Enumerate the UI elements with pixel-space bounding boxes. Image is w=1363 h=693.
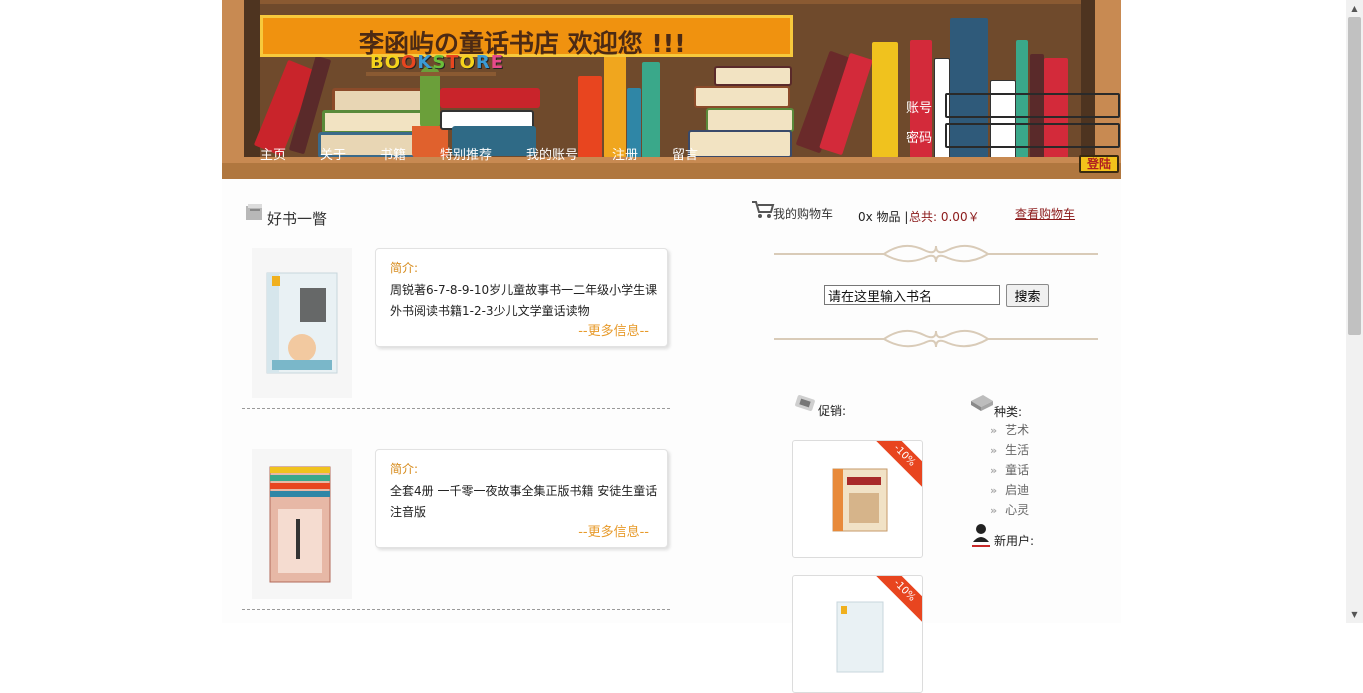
logo-letter: T <box>446 52 460 73</box>
header-banner: 李函屿の童话书店 欢迎您 !!! BOOKSTORE 主页 关于 书籍 特别推荐… <box>222 0 1121 179</box>
category-item-fairy-tale[interactable]: » 童话 <box>990 461 1029 478</box>
more-info-link[interactable]: --更多信息-- <box>578 320 649 339</box>
nav-about[interactable]: 关于 <box>320 144 346 163</box>
shelf-frame-right <box>1095 0 1121 179</box>
category-label: 种类: <box>994 405 1023 419</box>
nav-home[interactable]: 主页 <box>260 144 286 163</box>
logo-letter: S <box>432 52 447 73</box>
category-item-label: 生活 <box>1005 443 1030 457</box>
shelf-frame-top <box>222 0 1121 4</box>
nav-my-account[interactable]: 我的账号 <box>526 144 578 163</box>
intro-label: 简介: <box>390 462 419 476</box>
ornament-divider <box>774 329 1098 348</box>
promo-card[interactable]: -10% <box>792 440 923 558</box>
bookstore-logo: BOOKSTORE <box>370 52 504 73</box>
shopping-cart-icon <box>752 201 775 218</box>
book-cover-image[interactable] <box>252 449 352 599</box>
promo-card[interactable]: -10% <box>792 575 923 693</box>
chevron-right-icon: » <box>990 504 997 517</box>
chevron-right-icon: » <box>990 464 997 477</box>
category-item-label: 启迪 <box>1005 483 1030 497</box>
book-description: 全套4册 一千零一夜故事全集正版书籍 安徒生童话注音版 <box>390 484 658 519</box>
logo-letter: R <box>475 52 491 73</box>
book-cover-image[interactable] <box>252 248 352 398</box>
search-button[interactable]: 搜索 <box>1006 284 1049 307</box>
user-icon <box>972 524 990 547</box>
nav-message[interactable]: 留言 <box>672 144 698 163</box>
chevron-right-icon: » <box>990 424 997 437</box>
scroll-up-icon[interactable]: ▲ <box>1346 0 1363 17</box>
ornament-divider <box>774 244 1098 263</box>
logo-letter: O <box>401 52 418 73</box>
category-item-life[interactable]: » 生活 <box>990 441 1029 458</box>
logo-letter: O <box>459 52 476 73</box>
scroll-thumb[interactable] <box>1348 17 1361 335</box>
promo-label: 促销: <box>818 404 847 418</box>
chevron-right-icon: » <box>990 444 997 457</box>
book-illustration <box>642 62 660 158</box>
category-item-label: 童话 <box>1005 463 1030 477</box>
book-illustration <box>578 76 602 158</box>
book-illustration <box>706 108 794 132</box>
new-users-label: 新用户: <box>994 534 1035 548</box>
cart-label: 我的购物车 <box>773 207 834 221</box>
book-illustration <box>688 130 792 158</box>
book-illustration <box>440 88 540 108</box>
chevron-right-icon: » <box>990 484 997 497</box>
book-description: 周锐著6-7-8-9-10岁儿童故事书一二年级小学生课外书阅读书籍1-2-3少儿… <box>390 283 658 318</box>
promo-icon <box>795 395 815 411</box>
category-icon <box>971 395 993 411</box>
featured-heading: 好书一瞥 <box>267 210 328 228</box>
vertical-scrollbar[interactable]: ▲ ▼ <box>1346 0 1363 623</box>
search-input[interactable] <box>824 285 1000 305</box>
password-input[interactable] <box>945 123 1120 148</box>
book-illustration <box>694 86 790 108</box>
logo-shelf <box>366 72 496 76</box>
category-item-label: 心灵 <box>1005 503 1030 517</box>
title-banner: 李函屿の童话书店 欢迎您 !!! <box>260 15 793 58</box>
shelf-frame-left <box>222 0 244 179</box>
book-cover-illustration <box>269 466 331 583</box>
shelf-frame-right-inner <box>1081 0 1095 179</box>
dashed-divider <box>242 408 670 409</box>
cart-item-count: 0x 物品 | <box>858 210 909 224</box>
category-item-art[interactable]: » 艺术 <box>990 421 1029 438</box>
password-label: 密码 <box>906 131 933 146</box>
book-illustration <box>872 42 898 158</box>
scroll-down-icon[interactable]: ▼ <box>1346 606 1363 623</box>
category-item-soul[interactable]: » 心灵 <box>990 501 1029 518</box>
shelf-frame-left-inner <box>244 0 260 179</box>
shelf-base <box>222 163 1121 179</box>
book-intro-card: 简介: 全套4册 一千零一夜故事全集正版书籍 安徒生童话注音版 --更多信息-- <box>375 449 668 548</box>
nav-books[interactable]: 书籍 <box>380 144 406 163</box>
logo-letter: E <box>490 52 505 73</box>
books-icon <box>246 204 262 220</box>
category-item-label: 艺术 <box>1005 423 1030 437</box>
nav-register[interactable]: 注册 <box>612 144 638 163</box>
cart-total: 总共: 0.00￥ <box>909 210 980 224</box>
category-item-enlightenment[interactable]: » 启迪 <box>990 481 1029 498</box>
book-cover-illustration <box>266 272 338 374</box>
book-illustration <box>714 66 792 86</box>
logo-letter: K <box>417 52 433 73</box>
view-cart-link[interactable]: 查看购物车 <box>1015 205 1075 222</box>
book-illustration <box>990 80 1016 160</box>
page-container: 李函屿の童话书店 欢迎您 !!! BOOKSTORE 主页 关于 书籍 特别推荐… <box>222 0 1121 693</box>
intro-label: 简介: <box>390 261 419 275</box>
more-info-link[interactable]: --更多信息-- <box>578 521 649 540</box>
dashed-divider <box>242 609 670 610</box>
login-button[interactable]: 登陆 <box>1079 155 1119 173</box>
logo-letter: O <box>384 52 402 73</box>
account-label: 账号 <box>906 101 933 116</box>
book-intro-card: 简介: 周锐著6-7-8-9-10岁儿童故事书一二年级小学生课外书阅读书籍1-2… <box>375 248 668 347</box>
nav-recommended[interactable]: 特别推荐 <box>440 144 492 163</box>
account-input[interactable] <box>945 93 1120 118</box>
logo-letter: B <box>370 52 385 73</box>
